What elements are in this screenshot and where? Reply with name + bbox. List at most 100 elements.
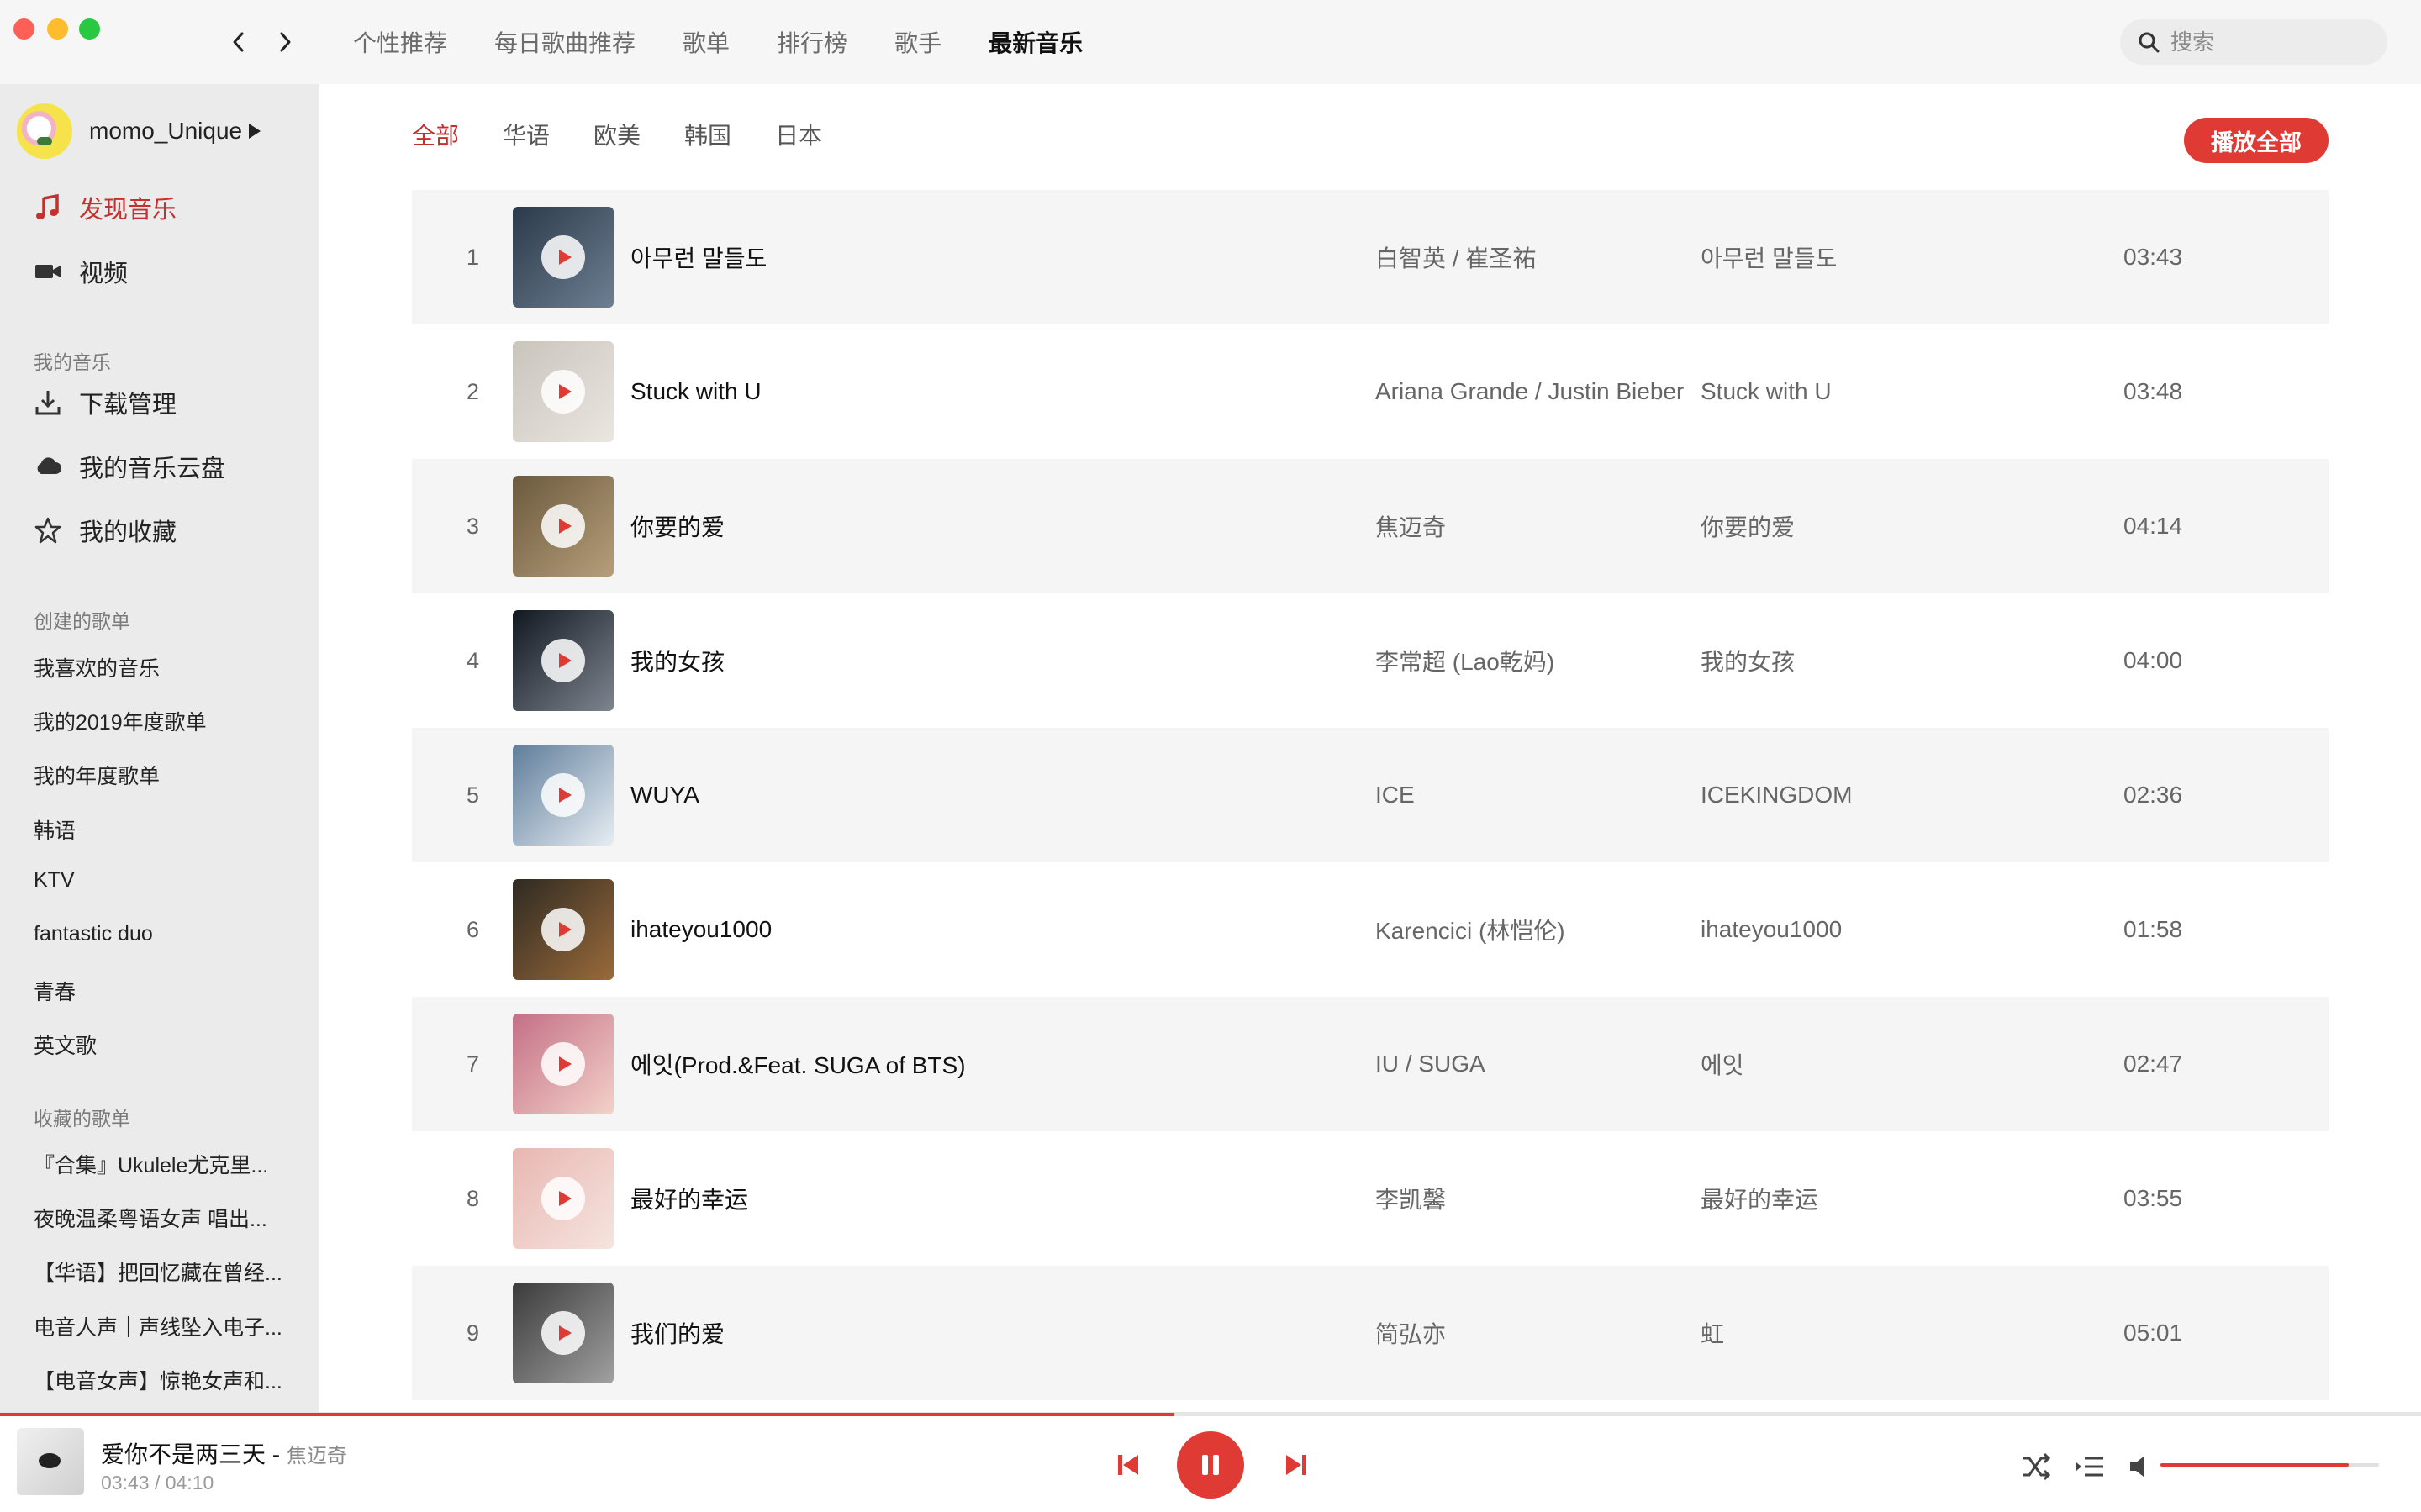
username: momo_Unique <box>89 118 243 144</box>
song-index: 2 <box>466 378 479 404</box>
song-title: 你要的爱 <box>630 514 725 540</box>
song-artist[interactable]: Karencici (林恺伦) <box>1375 913 1565 946</box>
song-album[interactable]: 虹 <box>1701 1316 1724 1350</box>
song-row[interactable]: 1 아무런 말들도 白智英 / 崔圣祐 아무런 말들도 03:43 <box>412 190 2329 324</box>
search-input[interactable] <box>2169 28 2374 56</box>
song-artist[interactable]: ICE <box>1375 782 1415 809</box>
filter-tab-3[interactable]: 韩国 <box>684 118 731 151</box>
window-minimize-button[interactable] <box>47 18 68 40</box>
pause-button[interactable] <box>1177 1431 1244 1499</box>
song-title: 에잇(Prod.&Feat. SUGA of BTS) <box>630 1052 966 1078</box>
song-album[interactable]: 에잇 <box>1701 1047 1744 1081</box>
section-title-my-music: 我的音乐 <box>34 351 111 373</box>
previous-track-button[interactable] <box>1111 1448 1145 1482</box>
forward-button[interactable] <box>273 25 297 59</box>
tab-3[interactable]: 排行榜 <box>777 25 847 59</box>
song-row[interactable]: 5 WUYA ICE ICEKINGDOM 02:36 <box>412 728 2329 862</box>
song-row[interactable]: 4 我的女孩 李常超 (Lao乾妈) 我的女孩 04:00 <box>412 593 2329 728</box>
sidebar-item-cloud-drive[interactable]: 我的音乐云盘 <box>34 445 225 487</box>
play-icon[interactable] <box>541 773 585 817</box>
song-index: 5 <box>466 782 479 808</box>
chevron-right-icon <box>280 32 291 52</box>
window-zoom-button[interactable] <box>79 18 100 40</box>
song-row[interactable]: 6 ihateyou1000 Karencici (林恺伦) ihateyou1000… <box>412 862 2329 997</box>
song-artist[interactable]: IU / SUGA <box>1375 1051 1485 1077</box>
song-title: 最好的幸运 <box>630 1187 749 1213</box>
tab-5[interactable]: 最新音乐 <box>989 25 1083 59</box>
song-row[interactable]: 7 에잇(Prod.&Feat. SUGA of BTS) IU / SUGA 에잇 0… <box>412 997 2329 1131</box>
song-album[interactable]: 我的女孩 <box>1701 644 1795 677</box>
tab-2[interactable]: 歌单 <box>683 25 730 59</box>
speaker-icon <box>2130 1457 2144 1477</box>
song-album[interactable]: Stuck with U <box>1701 378 1832 405</box>
song-row[interactable]: 8 最好的幸运 李凯馨 最好的幸运 03:55 <box>412 1131 2329 1266</box>
now-playing-cover[interactable] <box>17 1428 84 1495</box>
sidebar-playlist-created-3[interactable]: 韩语 <box>34 814 303 845</box>
filter-tab-0[interactable]: 全部 <box>412 118 459 151</box>
play-icon[interactable] <box>541 504 585 548</box>
sidebar-playlist-created-2[interactable]: 我的年度歌单 <box>34 760 303 790</box>
sidebar-playlist-collected-4[interactable]: 【电音女声】惊艳女声和... <box>34 1365 303 1395</box>
song-row[interactable]: 9 我们的爱 简弘亦 虹 05:01 <box>412 1266 2329 1400</box>
sidebar-playlist-created-4[interactable]: KTV <box>34 868 303 893</box>
sidebar-item-discover-music[interactable]: 发现音乐 <box>34 187 177 229</box>
avatar <box>17 103 72 159</box>
volume-button[interactable] <box>2125 1450 2159 1483</box>
tab-4[interactable]: 歌手 <box>894 25 942 59</box>
sidebar-playlist-collected-2[interactable]: 【华语】把回忆藏在曾经... <box>34 1256 303 1287</box>
song-artist[interactable]: 简弘亦 <box>1375 1316 1446 1350</box>
sidebar-playlist-created-7[interactable]: 英文歌 <box>34 1030 303 1060</box>
next-track-button[interactable] <box>1279 1448 1313 1482</box>
play-icon[interactable] <box>541 1042 585 1086</box>
sidebar-playlist-created-6[interactable]: 青春 <box>34 976 303 1006</box>
search-icon <box>2139 32 2160 53</box>
sidebar-playlist-created-5[interactable]: fantastic duo <box>34 922 303 946</box>
song-artist[interactable]: 李凯馨 <box>1375 1182 1446 1215</box>
back-button[interactable] <box>227 25 251 59</box>
song-artist[interactable]: 白智英 / 崔圣祐 <box>1375 240 1536 274</box>
user-profile[interactable]: momo_Unique <box>17 103 261 160</box>
search-box[interactable] <box>2120 19 2387 65</box>
play-all-button[interactable]: 播放全部 <box>2184 118 2329 163</box>
tab-1[interactable]: 每日歌曲推荐 <box>494 25 636 59</box>
play-icon[interactable] <box>541 639 585 682</box>
song-artist[interactable]: 李常超 (Lao乾妈) <box>1375 644 1554 677</box>
window-close-button[interactable] <box>13 18 34 40</box>
song-row[interactable]: 2 Stuck with U Ariana Grande / Justin Bieb… <box>412 324 2329 459</box>
filter-tab-4[interactable]: 日本 <box>775 118 822 151</box>
volume-slider[interactable] <box>2160 1463 2379 1467</box>
play-icon[interactable] <box>541 1177 585 1220</box>
playback-progress-bar[interactable] <box>0 1413 2421 1416</box>
sidebar-playlist-created-0[interactable]: 我喜欢的音乐 <box>34 652 303 682</box>
tab-0[interactable]: 个性推荐 <box>353 25 447 59</box>
sidebar-item-downloads[interactable]: 下载管理 <box>34 382 177 424</box>
now-playing-artist[interactable]: 焦迈奇 <box>287 1445 347 1467</box>
play-icon[interactable] <box>541 1311 585 1355</box>
song-index: 3 <box>466 513 479 539</box>
sidebar-playlist-collected-1[interactable]: 夜晚温柔粤语女声 唱出... <box>34 1203 303 1233</box>
sidebar-item-favorites[interactable]: 我的收藏 <box>34 509 177 551</box>
song-duration: 03:48 <box>2123 378 2183 404</box>
sidebar-item-video[interactable]: 视频 <box>34 250 128 292</box>
playlist-button[interactable] <box>2073 1450 2107 1483</box>
song-artist[interactable]: Ariana Grande / Justin Bieber <box>1375 378 1684 405</box>
filter-tab-2[interactable]: 欧美 <box>593 118 641 151</box>
sidebar-playlist-created-1[interactable]: 我的2019年度歌单 <box>34 706 303 736</box>
play-icon[interactable] <box>541 370 585 414</box>
song-album[interactable]: 아무런 말들도 <box>1701 240 1837 274</box>
play-icon[interactable] <box>541 908 585 951</box>
song-list: 1 아무런 말들도 白智英 / 崔圣祐 아무런 말들도 03:43 2 Stuck with… <box>412 190 2329 1400</box>
song-album[interactable]: ihateyou1000 <box>1701 916 1842 943</box>
sidebar-item-label: 我的收藏 <box>79 519 177 546</box>
song-album[interactable]: ICEKINGDOM <box>1701 782 1852 809</box>
song-album[interactable]: 最好的幸运 <box>1701 1182 1818 1215</box>
playback-progress-fill <box>0 1413 1174 1416</box>
song-artist[interactable]: 焦迈奇 <box>1375 509 1446 543</box>
play-icon[interactable] <box>541 235 585 279</box>
sidebar-playlist-collected-0[interactable]: 『合集』Ukulele尤克里... <box>34 1149 303 1179</box>
shuffle-button[interactable] <box>2019 1450 2053 1483</box>
song-row[interactable]: 3 你要的爱 焦迈奇 你要的爱 04:14 <box>412 459 2329 593</box>
song-album[interactable]: 你要的爱 <box>1701 509 1795 543</box>
sidebar-playlist-collected-3[interactable]: 电音人声｜声线坠入电子... <box>34 1311 303 1341</box>
filter-tab-1[interactable]: 华语 <box>503 118 550 151</box>
